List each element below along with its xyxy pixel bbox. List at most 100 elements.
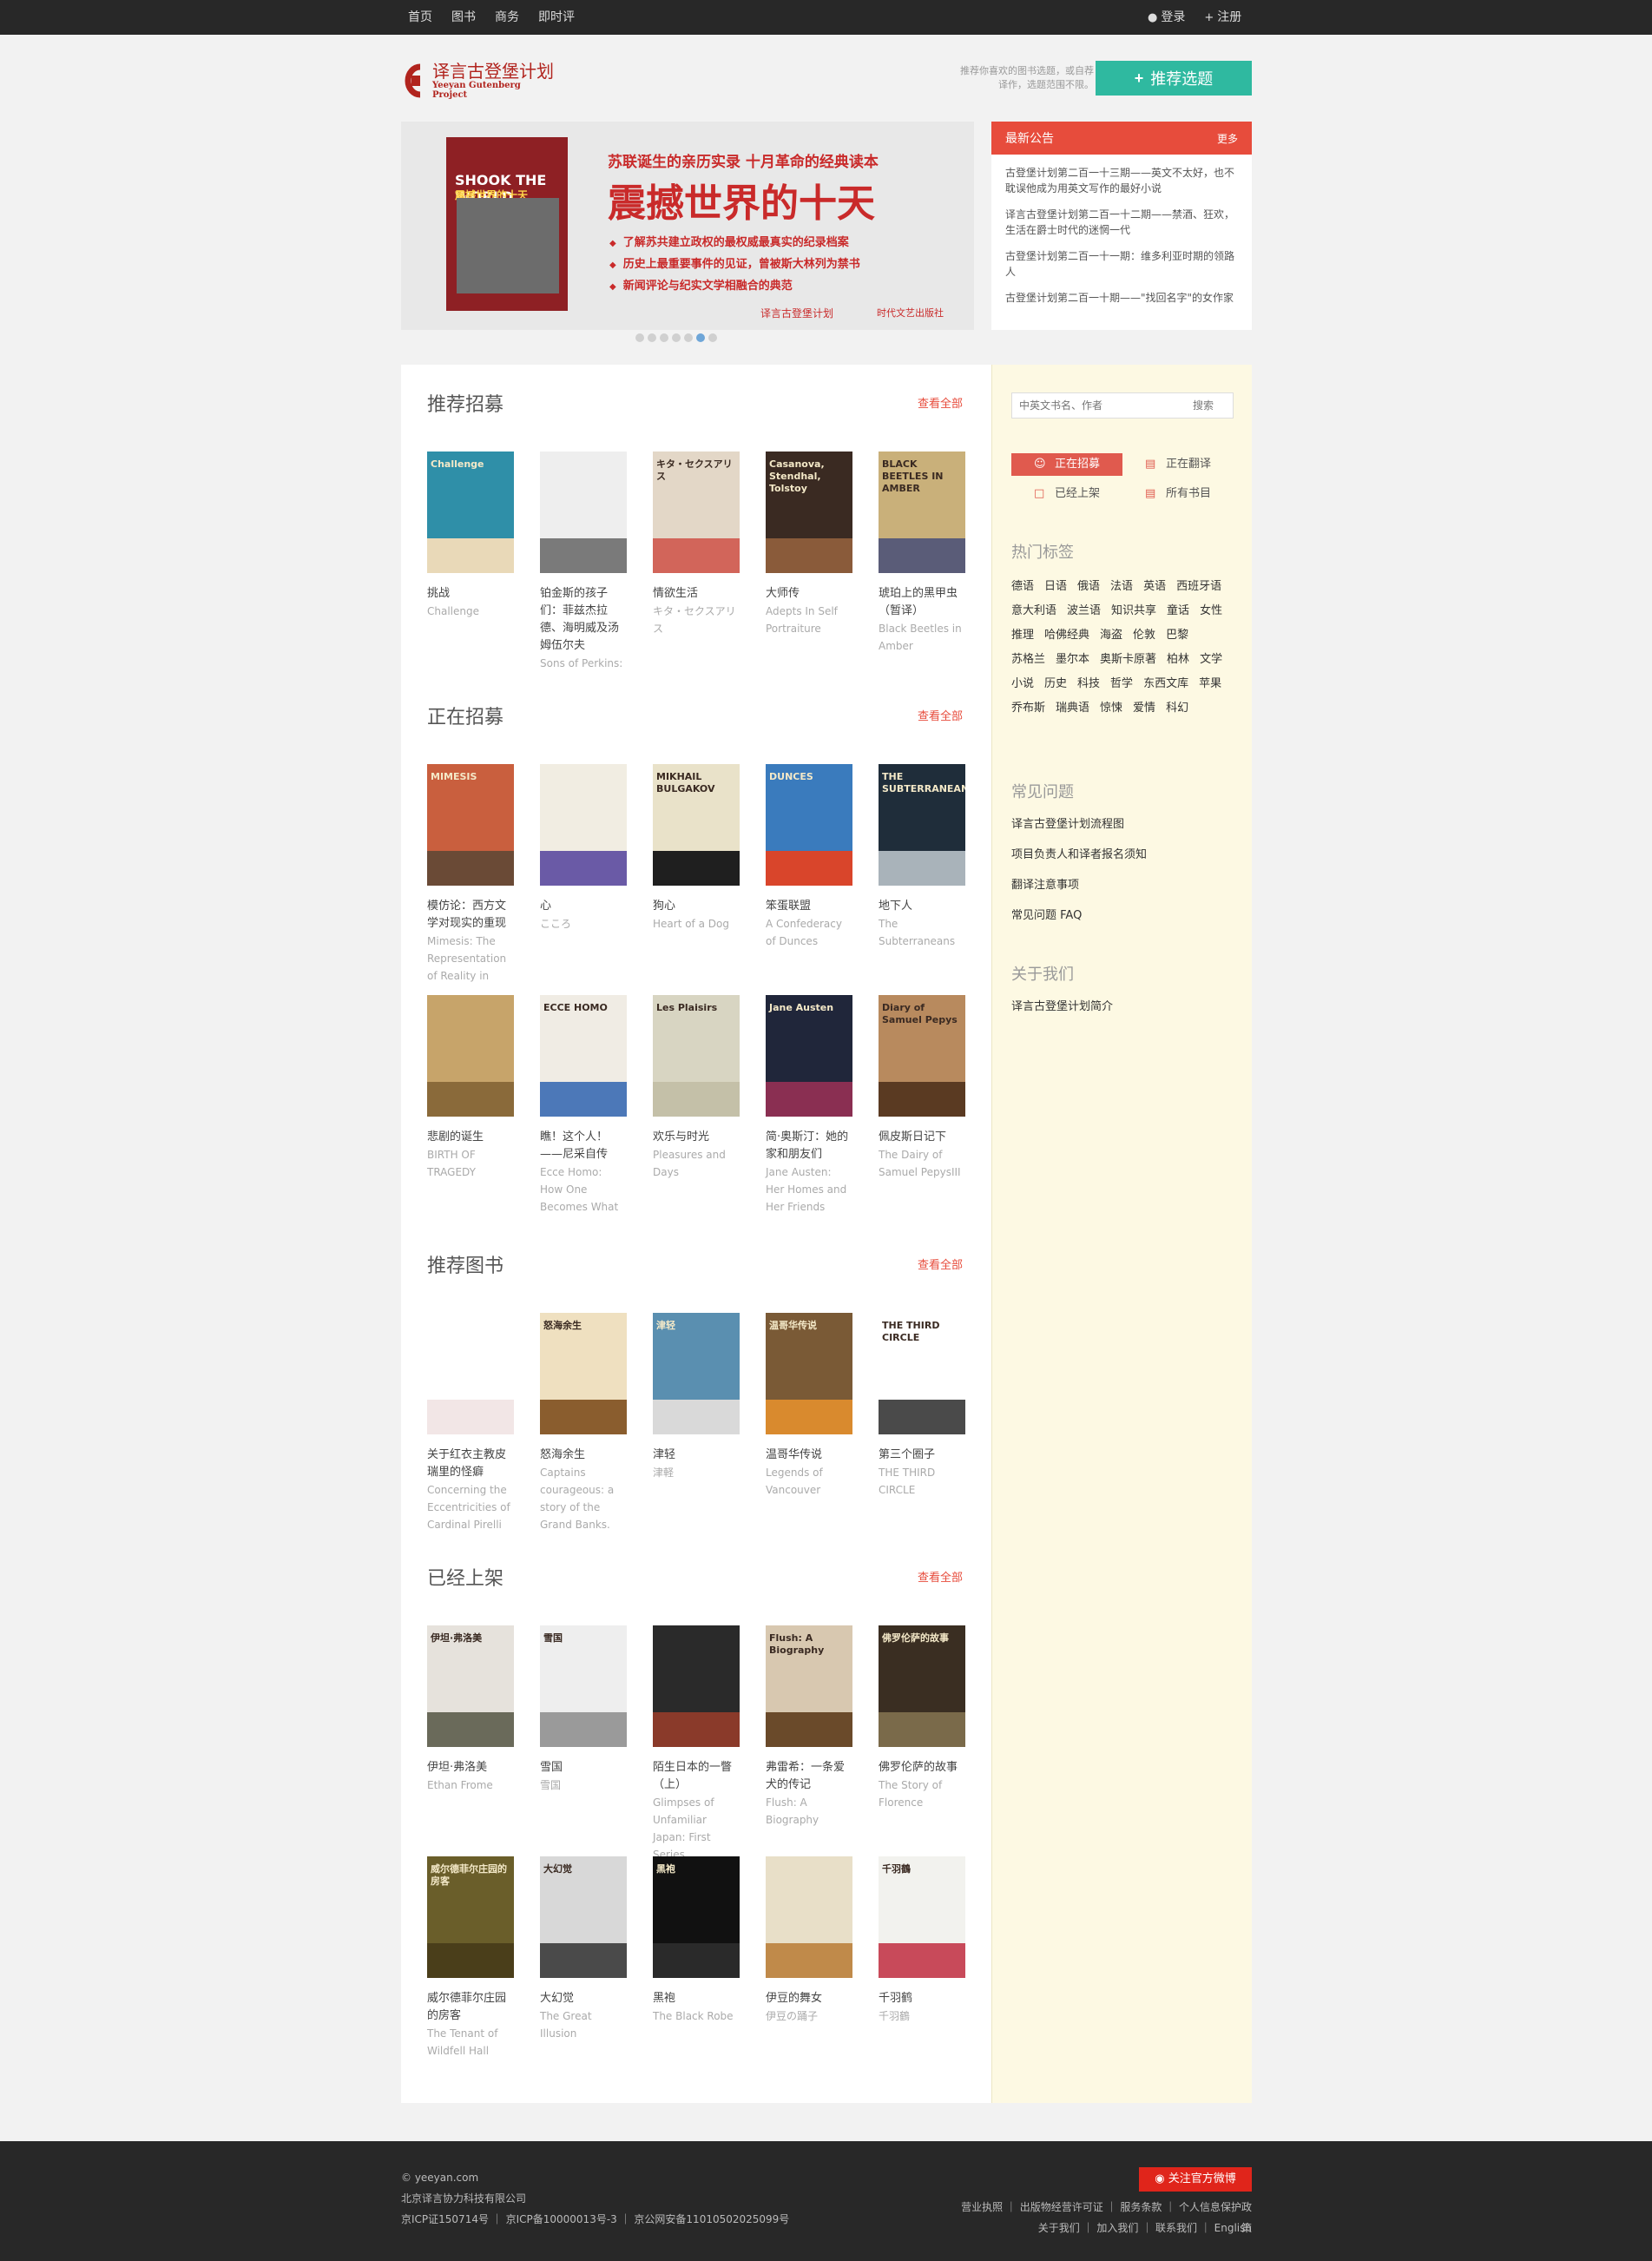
nav-reviews[interactable]: 即时评 <box>538 0 575 35</box>
filter-recruiting[interactable]: ☺ 正在招募 <box>1011 453 1122 476</box>
book-title-cn[interactable]: 雪国 <box>540 1759 627 1776</box>
book-card[interactable]: ECCE HOMO 瞧！这个人！——尼采自传 Ecce Homo: How One … <box>540 995 627 1217</box>
tag-link[interactable]: 东西文库 <box>1143 672 1188 696</box>
book-card[interactable]: 大幻觉 大幻觉 The Great Illusion <box>540 1856 627 2079</box>
tag-link[interactable]: 科幻 <box>1166 696 1188 721</box>
book-cover[interactable]: 伊坦·弗洛美 <box>427 1625 514 1747</box>
faq-item[interactable]: 翻译注意事项 <box>1011 870 1147 900</box>
tag-link[interactable]: 爱情 <box>1133 696 1155 721</box>
tag-link[interactable]: 哈佛经典 <box>1044 623 1089 648</box>
book-title-cn[interactable]: 铂金斯的孩子们：菲兹杰拉德、海明威及汤姆伍尔夫 <box>540 585 627 655</box>
search-button[interactable]: 搜索 <box>1193 393 1233 418</box>
notice-item[interactable]: 古登堡计划第二百一十三期——英文不太好，也不耽误他成为用英文写作的最好小说 <box>1005 165 1238 196</box>
carousel-dot[interactable] <box>672 333 681 342</box>
book-title-cn[interactable]: 温哥华传说 <box>766 1447 852 1464</box>
book-cover[interactable]: MIMESIS <box>427 764 514 886</box>
book-cover[interactable]: 温哥华传说 <box>766 1313 852 1434</box>
view-all-link[interactable]: 查看全部 <box>918 707 963 723</box>
tag-link[interactable]: 日语 <box>1044 575 1067 599</box>
login-link[interactable]: ● 登录 <box>1148 0 1185 35</box>
book-title-cn[interactable]: 欢乐与时光 <box>653 1129 740 1146</box>
tag-link[interactable]: 波兰语 <box>1067 599 1101 623</box>
book-title-cn[interactable]: 弗雷希：一条爱犬的传记 <box>766 1759 852 1794</box>
notice-item[interactable]: 古登堡计划第二百一十期——"找回名字"的女作家 <box>1005 290 1238 306</box>
book-cover[interactable]: Flush: A Biography <box>766 1625 852 1747</box>
book-cover[interactable]: 黑袍 <box>653 1856 740 1978</box>
tag-link[interactable]: 柏林 <box>1167 648 1189 672</box>
faq-item[interactable]: 项目负责人和译者报名须知 <box>1011 840 1147 870</box>
book-title-cn[interactable]: 情欲生活 <box>653 585 740 603</box>
tag-link[interactable]: 奥斯卡原著 <box>1100 648 1156 672</box>
book-card[interactable]: DUNCES 笨蛋联盟 A Confederacy of Dunces <box>766 764 852 986</box>
book-cover[interactable]: 怒海余生 <box>540 1313 627 1434</box>
book-title-cn[interactable]: 津轻 <box>653 1447 740 1464</box>
book-card[interactable]: 伊坦·弗洛美 伊坦·弗洛美 Ethan Frome <box>427 1625 514 1848</box>
carousel-dot[interactable] <box>660 333 668 342</box>
book-card[interactable]: BLACK BEETLES IN AMBER 琥珀上的黑甲虫（暂译） Black B… <box>879 452 965 674</box>
book-cover[interactable]: MIKHAIL BULGAKOV <box>653 764 740 886</box>
book-card[interactable]: 关于红衣主教皮瑞里的怪癖 Concerning the Eccentricitie… <box>427 1313 514 1535</box>
book-card[interactable]: MIKHAIL BULGAKOV 狗心 Heart of a Dog <box>653 764 740 986</box>
book-cover[interactable]: Les Plaisirs <box>653 995 740 1117</box>
tag-link[interactable]: 历史 <box>1044 672 1067 696</box>
view-all-link[interactable]: 查看全部 <box>918 1256 963 1272</box>
book-card[interactable]: Casanova, Stendhal, Tolstoy 大师传 Adepts In … <box>766 452 852 674</box>
weibo-follow-button[interactable]: ◉ 关注官方微博 <box>1139 2167 1252 2192</box>
tag-link[interactable]: 伦敦 <box>1133 623 1155 648</box>
tag-link[interactable]: 女性 <box>1200 599 1222 623</box>
tag-link[interactable]: 哲学 <box>1110 672 1133 696</box>
book-card[interactable]: Diary of Samuel Pepys 佩皮斯日记下 The Dairy of … <box>879 995 965 1217</box>
tag-link[interactable]: 海盗 <box>1100 623 1122 648</box>
faq-item[interactable]: 常见问题 FAQ <box>1011 900 1147 931</box>
tag-link[interactable]: 瑞典语 <box>1056 696 1089 721</box>
book-cover[interactable]: Challenge <box>427 452 514 573</box>
book-cover[interactable]: Casanova, Stendhal, Tolstoy <box>766 452 852 573</box>
tag-link[interactable]: 童话 <box>1167 599 1189 623</box>
book-cover[interactable] <box>653 1625 740 1747</box>
book-cover[interactable] <box>540 452 627 573</box>
tag-link[interactable]: 文学 <box>1200 648 1222 672</box>
book-cover[interactable]: 大幻觉 <box>540 1856 627 1978</box>
book-card[interactable]: Challenge 挑战 Challenge <box>427 452 514 674</box>
footer-links-about[interactable]: 关于我们 ｜ 加入我们 ｜ 联系我们 ｜ English <box>951 2218 1252 2238</box>
tag-link[interactable]: 德语 <box>1011 575 1034 599</box>
book-card[interactable]: キタ・セクスアリス 情欲生活 キタ・セクスアリス <box>653 452 740 674</box>
book-title-cn[interactable]: 地下人 <box>879 898 965 915</box>
tag-link[interactable]: 西班牙语 <box>1176 575 1221 599</box>
book-card[interactable]: 铂金斯的孩子们：菲兹杰拉德、海明威及汤姆伍尔夫 Sons of Perkins: <box>540 452 627 674</box>
notice-item[interactable]: 古登堡计划第二百一十一期：维多利亚时期的领路人 <box>1005 248 1238 280</box>
faq-item[interactable]: 译言古登堡计划流程图 <box>1011 809 1147 840</box>
book-card[interactable]: 津轻 津轻 津軽 <box>653 1313 740 1535</box>
book-title-cn[interactable]: 陌生日本的一瞥（上） <box>653 1759 740 1794</box>
book-title-cn[interactable]: 模仿论：西方文学对现实的重现 <box>427 898 514 933</box>
banner-carousel[interactable]: SHOOK THE WORLD 震撼世界的十天 苏联诞生的亲历实录 十月革命的经… <box>401 122 974 330</box>
tag-link[interactable]: 科技 <box>1077 672 1100 696</box>
book-title-cn[interactable]: 怒海余生 <box>540 1447 627 1464</box>
carousel-dot[interactable] <box>708 333 717 342</box>
book-title-cn[interactable]: 简·奥斯汀：她的家和朋友们 <box>766 1129 852 1163</box>
carousel-dot[interactable] <box>684 333 693 342</box>
book-cover[interactable]: THE THIRD CIRCLE <box>879 1313 965 1434</box>
book-card[interactable]: THE SUBTERRANEANS 地下人 The Subterraneans <box>879 764 965 986</box>
tag-link[interactable]: 法语 <box>1110 575 1133 599</box>
book-title-cn[interactable]: 第三个圈子 <box>879 1447 965 1464</box>
tag-link[interactable]: 惊悚 <box>1100 696 1122 721</box>
book-cover[interactable]: Jane Austen <box>766 995 852 1117</box>
tag-link[interactable]: 意大利语 <box>1011 599 1056 623</box>
book-cover[interactable]: 佛罗伦萨的故事 <box>879 1625 965 1747</box>
book-title-cn[interactable]: 狗心 <box>653 898 740 915</box>
tag-link[interactable]: 知识共享 <box>1111 599 1156 623</box>
book-title-cn[interactable]: 威尔德菲尔庄园的房客 <box>427 1990 514 2025</box>
tag-link[interactable]: 苏格兰 <box>1011 648 1045 672</box>
book-card[interactable]: 温哥华传说 温哥华传说 Legends of Vancouver <box>766 1313 852 1535</box>
register-link[interactable]: + 注册 <box>1204 0 1241 35</box>
nav-home[interactable]: 首页 <box>408 0 432 35</box>
nav-books[interactable]: 图书 <box>451 0 476 35</box>
carousel-dot[interactable] <box>635 333 644 342</box>
book-card[interactable]: Jane Austen 简·奥斯汀：她的家和朋友们 Jane Austen: Her… <box>766 995 852 1217</box>
filter-translating[interactable]: ▤ 正在翻译 <box>1122 453 1234 476</box>
book-cover[interactable]: 威尔德菲尔庄园的房客 <box>427 1856 514 1978</box>
tag-link[interactable]: 墨尔本 <box>1056 648 1089 672</box>
book-cover[interactable] <box>427 1313 514 1434</box>
book-card[interactable]: 佛罗伦萨的故事 佛罗伦萨的故事 The Story of Florence <box>879 1625 965 1848</box>
